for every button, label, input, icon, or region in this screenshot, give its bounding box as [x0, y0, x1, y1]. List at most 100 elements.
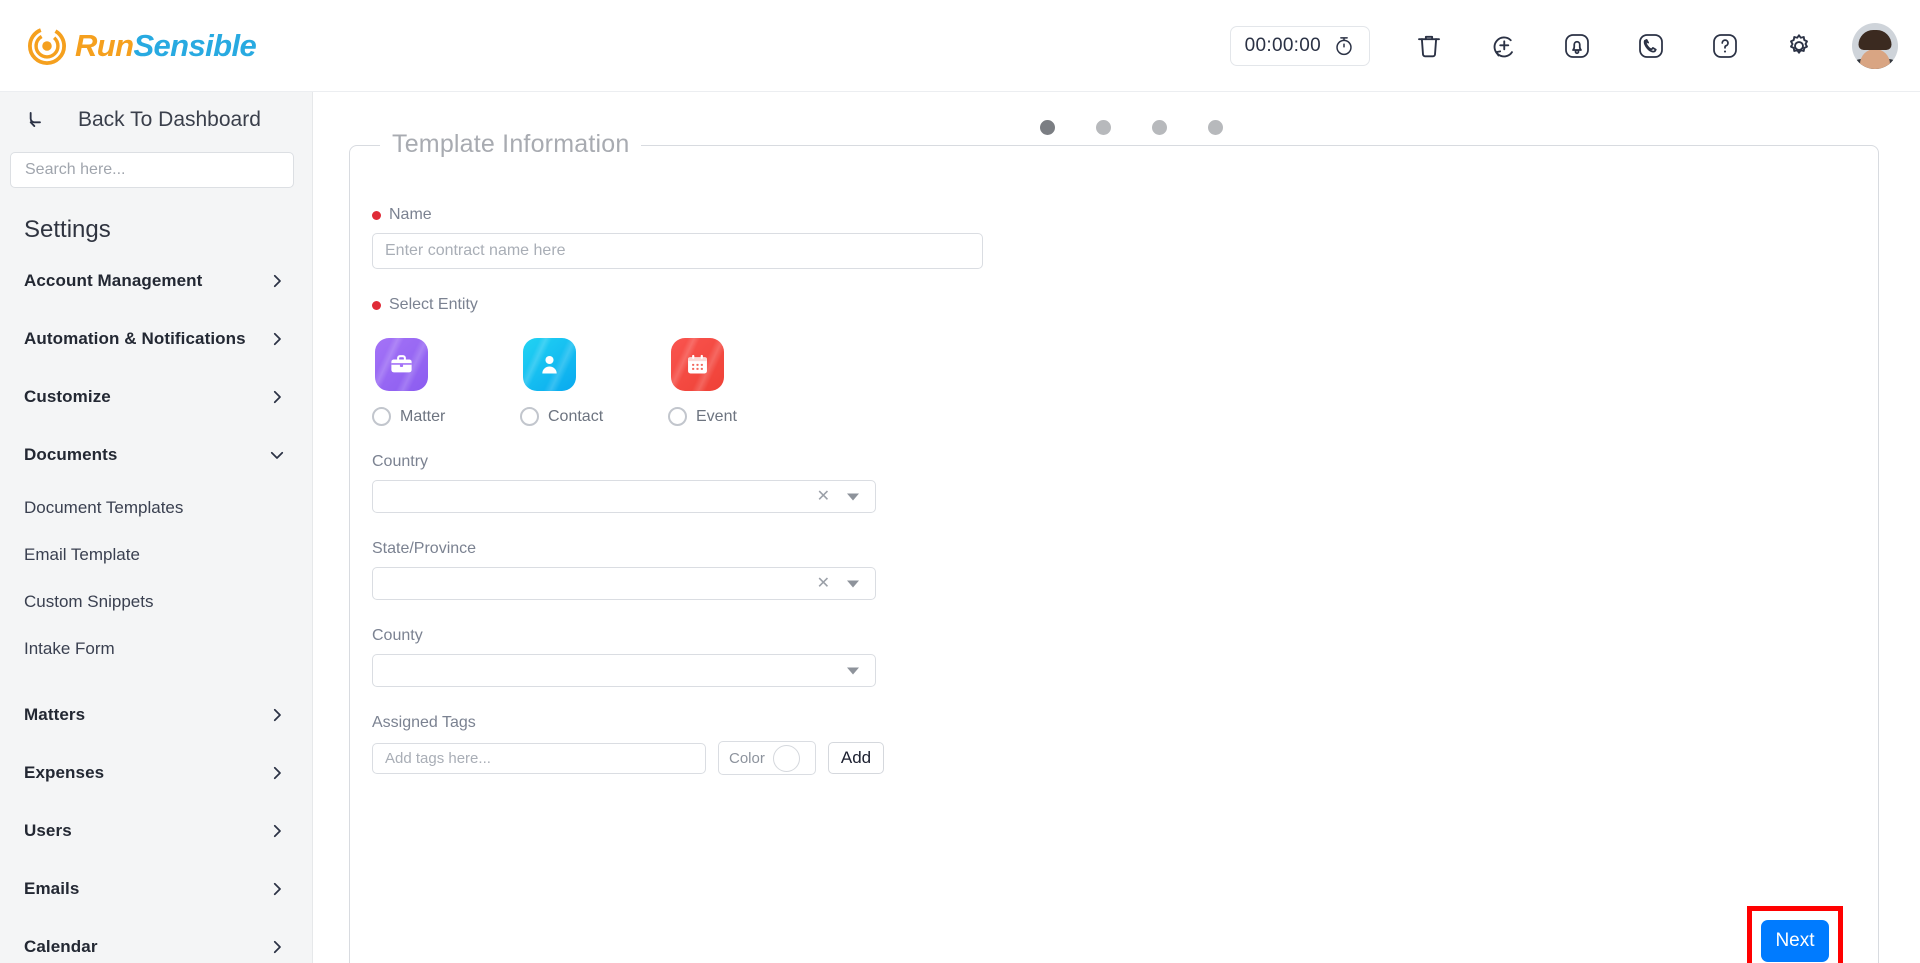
sidebar-item-documents[interactable]: Documents — [0, 426, 312, 484]
clear-icon[interactable]: ✕ — [817, 488, 830, 505]
county-label: County — [372, 627, 423, 644]
event-tile[interactable] — [671, 338, 724, 391]
event-radio[interactable] — [668, 407, 687, 426]
step-dot-2[interactable] — [1096, 120, 1111, 135]
matter-tile[interactable] — [375, 338, 428, 391]
sidebar-item-document-templates[interactable]: Document Templates — [0, 484, 312, 531]
back-arrow-icon — [29, 112, 41, 127]
avatar-hair — [1858, 29, 1892, 50]
runsensible-logo-icon — [28, 26, 66, 65]
sidebar-item-label: Email Template — [24, 544, 140, 564]
template-information-panel: Template Information Name Select Entity — [349, 130, 1879, 963]
entity-options: Matter Contact Event — [372, 338, 1272, 426]
entity-option-event[interactable]: Event — [668, 338, 768, 426]
sidebar-item-intake-form[interactable]: Intake Form — [0, 625, 312, 672]
timer-icon[interactable] — [1333, 35, 1355, 57]
sidebar-item-account-management[interactable]: Account Management — [0, 252, 312, 310]
chevron-right-icon — [273, 766, 281, 780]
trash-icon — [1418, 35, 1440, 57]
settings-button[interactable] — [1762, 16, 1836, 76]
sidebar-item-users[interactable]: Users — [0, 802, 312, 860]
sidebar-item-label: Calendar — [24, 937, 98, 956]
notifications-button[interactable] — [1540, 16, 1614, 76]
tag-color-picker[interactable]: Color — [718, 741, 816, 775]
add-tag-button[interactable]: Add — [828, 742, 884, 774]
name-label: Name — [389, 206, 432, 223]
avatar-face — [1860, 49, 1890, 69]
top-bar: RunSensible 00:00:00 — [0, 0, 1920, 92]
country-select[interactable]: ✕ — [372, 480, 876, 513]
contact-radio[interactable] — [520, 407, 539, 426]
sidebar-item-emails[interactable]: Emails — [0, 860, 312, 918]
bell-icon — [1565, 33, 1589, 58]
sidebar-item-label: Document Templates — [24, 497, 184, 517]
sidebar-item-label: Users — [24, 821, 72, 840]
event-radio-row[interactable]: Event — [668, 407, 768, 426]
wizard-stepper — [1040, 120, 1223, 135]
matter-radio[interactable] — [372, 407, 391, 426]
panel-title: Template Information — [380, 130, 642, 159]
back-to-dashboard-label: Back To Dashboard — [78, 108, 261, 131]
tags-label: Assigned Tags — [372, 714, 476, 731]
tags-row: Color Add — [372, 741, 1272, 775]
sidebar-item-label: Customize — [24, 387, 111, 406]
step-dot-1[interactable] — [1040, 120, 1055, 135]
chevron-right-icon — [273, 940, 281, 954]
sidebar-item-calendar[interactable]: Calendar — [0, 918, 312, 963]
search-input[interactable] — [23, 160, 281, 180]
sidebar-item-label: Documents — [24, 445, 118, 464]
chevron-right-icon — [273, 332, 281, 346]
county-select[interactable] — [372, 654, 876, 687]
sidebar-item-expenses[interactable]: Expenses — [0, 744, 312, 802]
county-field-group: County — [372, 627, 1272, 687]
chevron-down-icon[interactable] — [847, 493, 859, 500]
clear-icon[interactable]: ✕ — [817, 575, 830, 592]
sidebar-section-title: Settings — [24, 216, 111, 243]
delete-button[interactable] — [1392, 16, 1466, 76]
country-label: Country — [372, 453, 429, 470]
state-select[interactable]: ✕ — [372, 567, 876, 600]
entity-option-matter[interactable]: Matter — [372, 338, 472, 426]
contact-radio-row[interactable]: Contact — [520, 407, 620, 426]
main-content: Template Information Name Select Entity — [313, 92, 1920, 963]
name-input[interactable] — [372, 233, 983, 269]
sidebar-item-automation-notifications[interactable]: Automation & Notifications — [0, 310, 312, 368]
back-to-dashboard-button[interactable]: Back To Dashboard — [0, 92, 312, 148]
sidebar-item-label: Emails — [24, 879, 80, 898]
next-button[interactable]: Next — [1761, 920, 1829, 962]
tags-field-group: Assigned Tags Color Add — [372, 714, 1272, 775]
entity-option-contact[interactable]: Contact — [520, 338, 620, 426]
avatar[interactable] — [1852, 22, 1898, 69]
chevron-down-icon[interactable] — [847, 580, 859, 587]
search-box[interactable] — [10, 152, 294, 188]
add-task-button[interactable] — [1466, 16, 1540, 76]
tag-color-swatch[interactable] — [772, 744, 800, 772]
step-dot-4[interactable] — [1208, 120, 1223, 135]
step-dot-3[interactable] — [1152, 120, 1167, 135]
briefcase-icon — [391, 355, 412, 373]
sidebar-item-matters[interactable]: Matters — [0, 686, 312, 744]
tag-color-label: Color — [729, 749, 765, 767]
person-icon — [542, 355, 557, 374]
chevron-right-icon — [273, 274, 281, 288]
chevron-down-icon[interactable] — [847, 667, 859, 674]
app-logo[interactable]: RunSensible — [28, 0, 257, 92]
help-button[interactable] — [1688, 16, 1762, 76]
matter-radio-row[interactable]: Matter — [372, 407, 472, 426]
contact-label: Contact — [548, 407, 604, 425]
sidebar-item-email-template[interactable]: Email Template — [0, 531, 312, 578]
logo-text-run: Run — [75, 28, 134, 63]
event-label: Event — [696, 407, 737, 425]
sidebar-item-custom-snippets[interactable]: Custom Snippets — [0, 578, 312, 625]
tags-input[interactable] — [372, 742, 706, 774]
sidebar-item-customize[interactable]: Customize — [0, 368, 312, 426]
state-label: State/Province — [372, 540, 477, 557]
timer-widget[interactable]: 00:00:00 — [1229, 25, 1370, 66]
contact-tile[interactable] — [523, 338, 576, 391]
chevron-right-icon — [273, 882, 281, 896]
template-form: Name Select Entity — [372, 206, 1272, 775]
sidebar-item-label: Automation & Notifications — [24, 329, 246, 348]
calls-button[interactable] — [1614, 16, 1688, 76]
chevron-down-icon — [270, 451, 284, 459]
phone-icon — [1639, 33, 1663, 58]
